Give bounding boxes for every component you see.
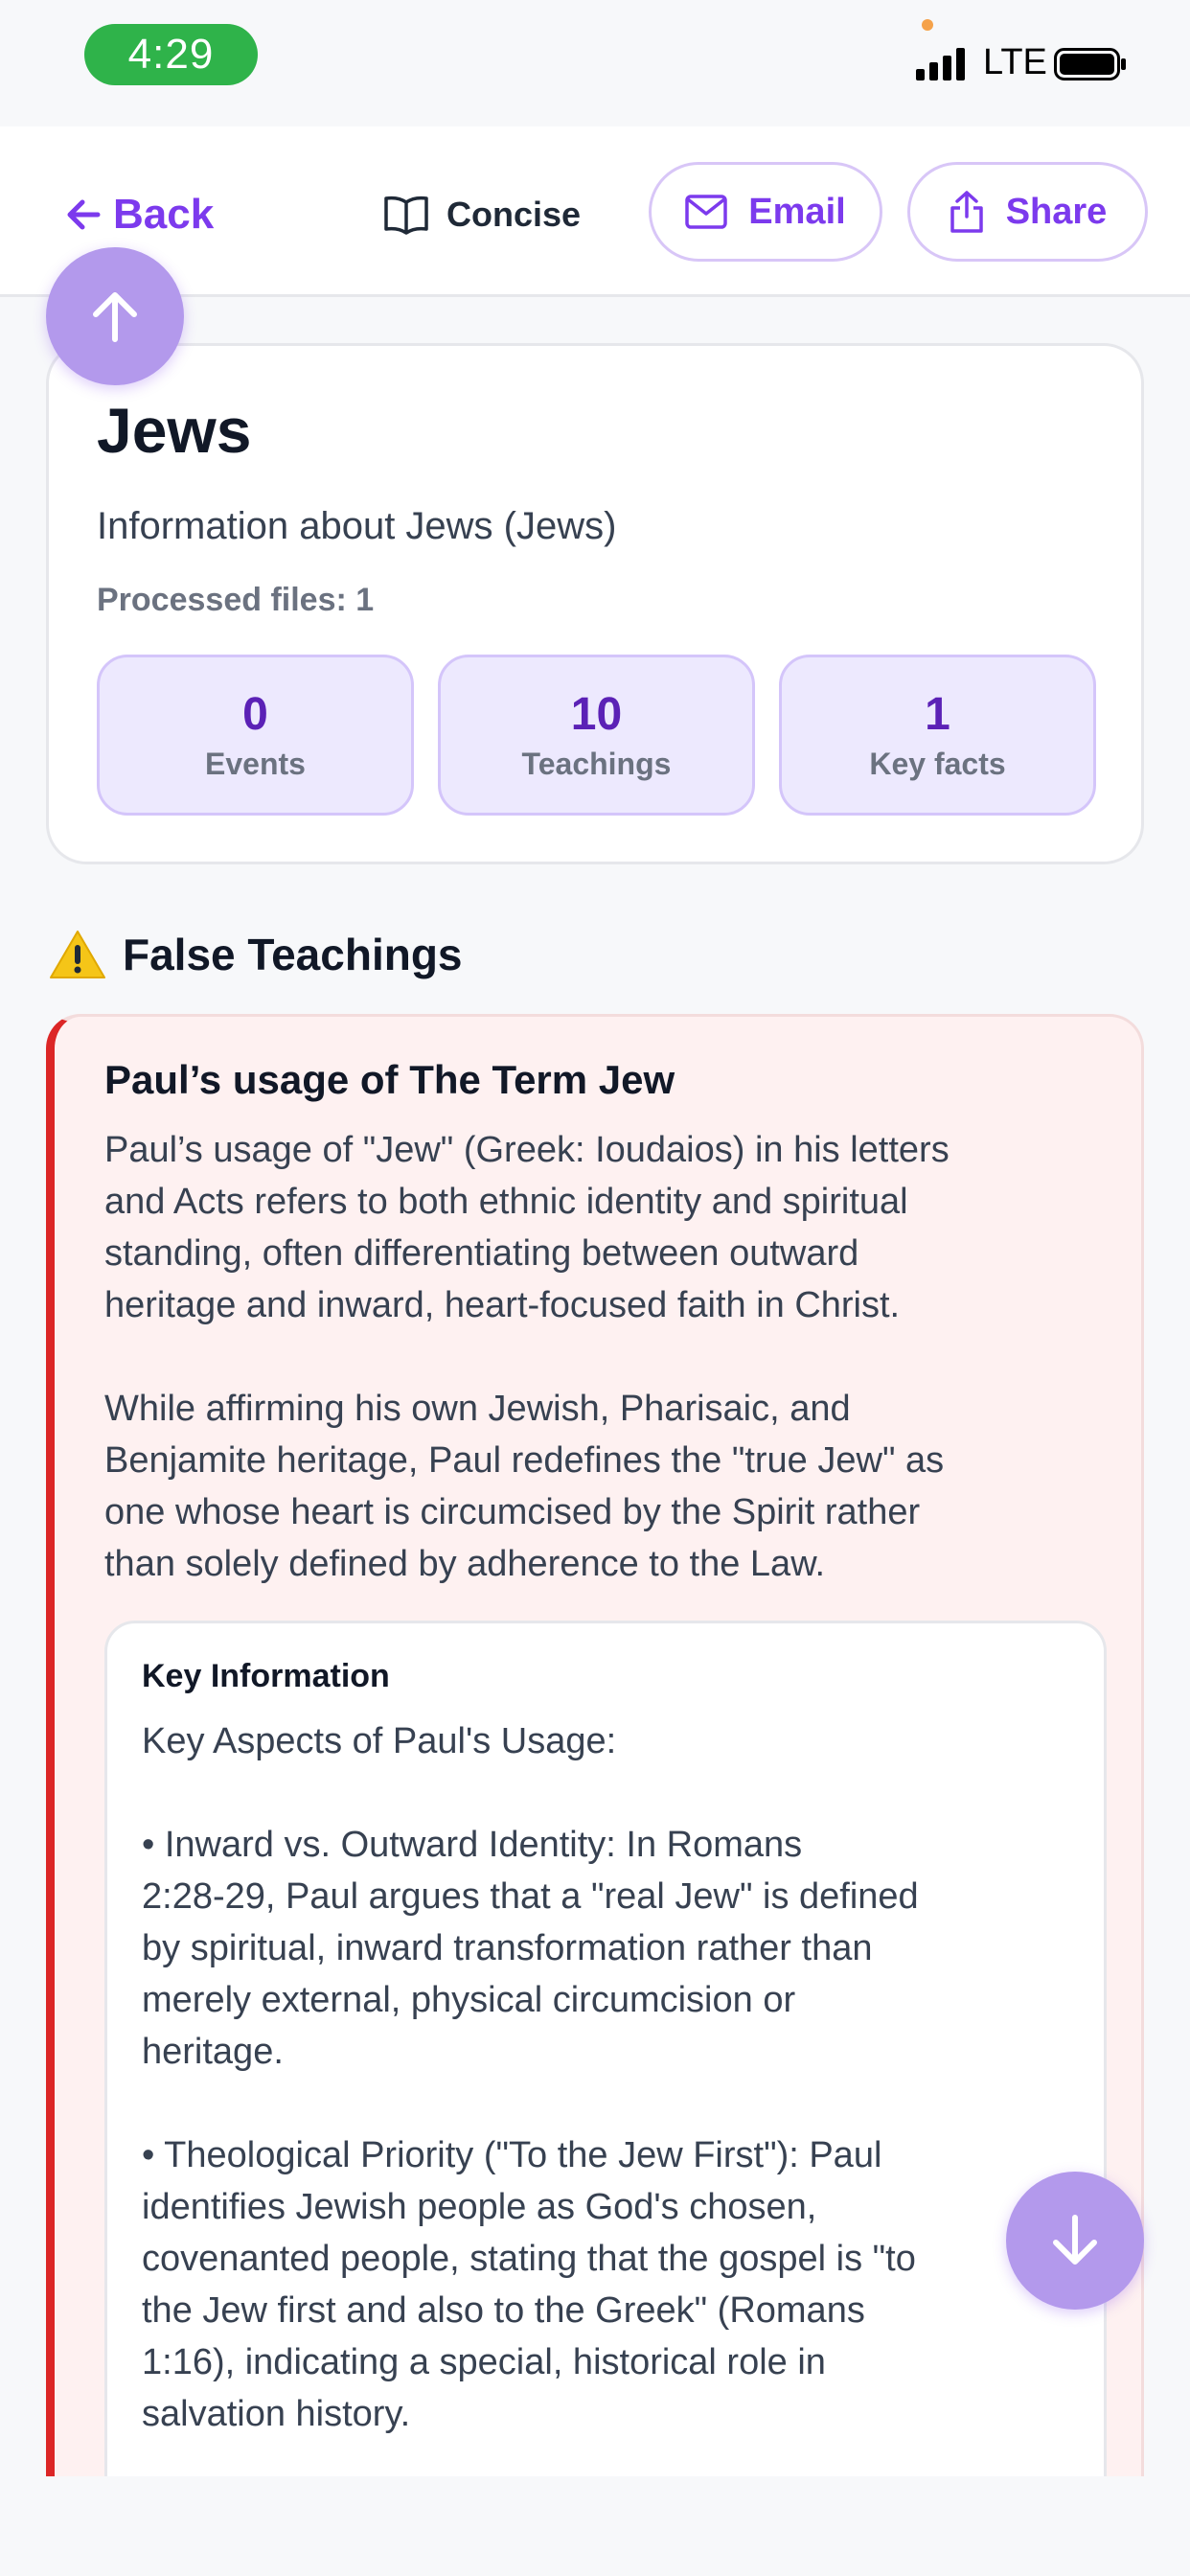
- top-toolbar: Back Concise Email Share: [0, 126, 1190, 297]
- teaching-title: Paul’s usage of The Term Jew: [104, 1057, 675, 1102]
- processed-files: Processed files: 1: [97, 582, 375, 618]
- bottom-area: [0, 2476, 1190, 2576]
- teaching-card: Paul’s usage of The Term Jew Paul’s usag…: [46, 1014, 1144, 2576]
- privacy-indicator-dot: [922, 19, 933, 31]
- scroll-bottom-button[interactable]: [1006, 2172, 1144, 2310]
- concise-label: Concise: [446, 195, 582, 234]
- stat-value: 0: [242, 689, 268, 740]
- email-label: Email: [748, 191, 846, 232]
- status-bar: 4:29 LTE: [0, 0, 1190, 126]
- share-label: Share: [1005, 191, 1108, 232]
- battery-icon: [1054, 48, 1126, 80]
- stat-value: 10: [570, 689, 623, 740]
- signal-icon: [916, 48, 965, 80]
- section-heading-label: False Teachings: [123, 930, 463, 979]
- scroll-top-button[interactable]: [46, 247, 184, 385]
- arrow-down-icon: [1053, 2215, 1097, 2265]
- back-label: Back: [113, 191, 215, 238]
- stat-label: Events: [205, 747, 306, 781]
- network-type: LTE: [983, 42, 1047, 82]
- back-button[interactable]: Back: [63, 186, 214, 243]
- key-information-heading: Key Information: [142, 1658, 390, 1694]
- stat-events[interactable]: 0 Events: [97, 655, 414, 816]
- key-information-text: Key Aspects of Paul's Usage: • Inward vs…: [142, 1721, 919, 2434]
- share-button[interactable]: Share: [907, 162, 1148, 262]
- key-information-box: Key Information Key Aspects of Paul's Us…: [104, 1621, 1107, 2576]
- status-time: 4:29: [84, 24, 258, 85]
- concise-button[interactable]: Concise: [383, 186, 581, 243]
- section-heading: False Teachings: [48, 926, 463, 983]
- stat-label: Teachings: [521, 747, 672, 781]
- topic-summary-card: Jews Information about Jews (Jews) Proce…: [46, 343, 1144, 864]
- arrow-left-icon: [67, 199, 101, 230]
- stat-label: Key facts: [869, 747, 1006, 781]
- mail-icon: [685, 195, 728, 229]
- stat-value: 1: [925, 689, 950, 740]
- stat-key-facts[interactable]: 1 Key facts: [779, 655, 1096, 816]
- book-icon: [384, 196, 428, 235]
- share-icon: [950, 191, 983, 233]
- page-title: Jews: [97, 395, 252, 466]
- stat-teachings[interactable]: 10 Teachings: [438, 655, 755, 816]
- teaching-description: Paul’s usage of "Jew" (Greek: Ioudaios) …: [104, 1130, 950, 1584]
- arrow-up-icon: [93, 292, 137, 342]
- email-button[interactable]: Email: [649, 162, 882, 262]
- warning-icon: [50, 931, 105, 978]
- page-subtitle: Information about Jews (Jews): [97, 505, 617, 547]
